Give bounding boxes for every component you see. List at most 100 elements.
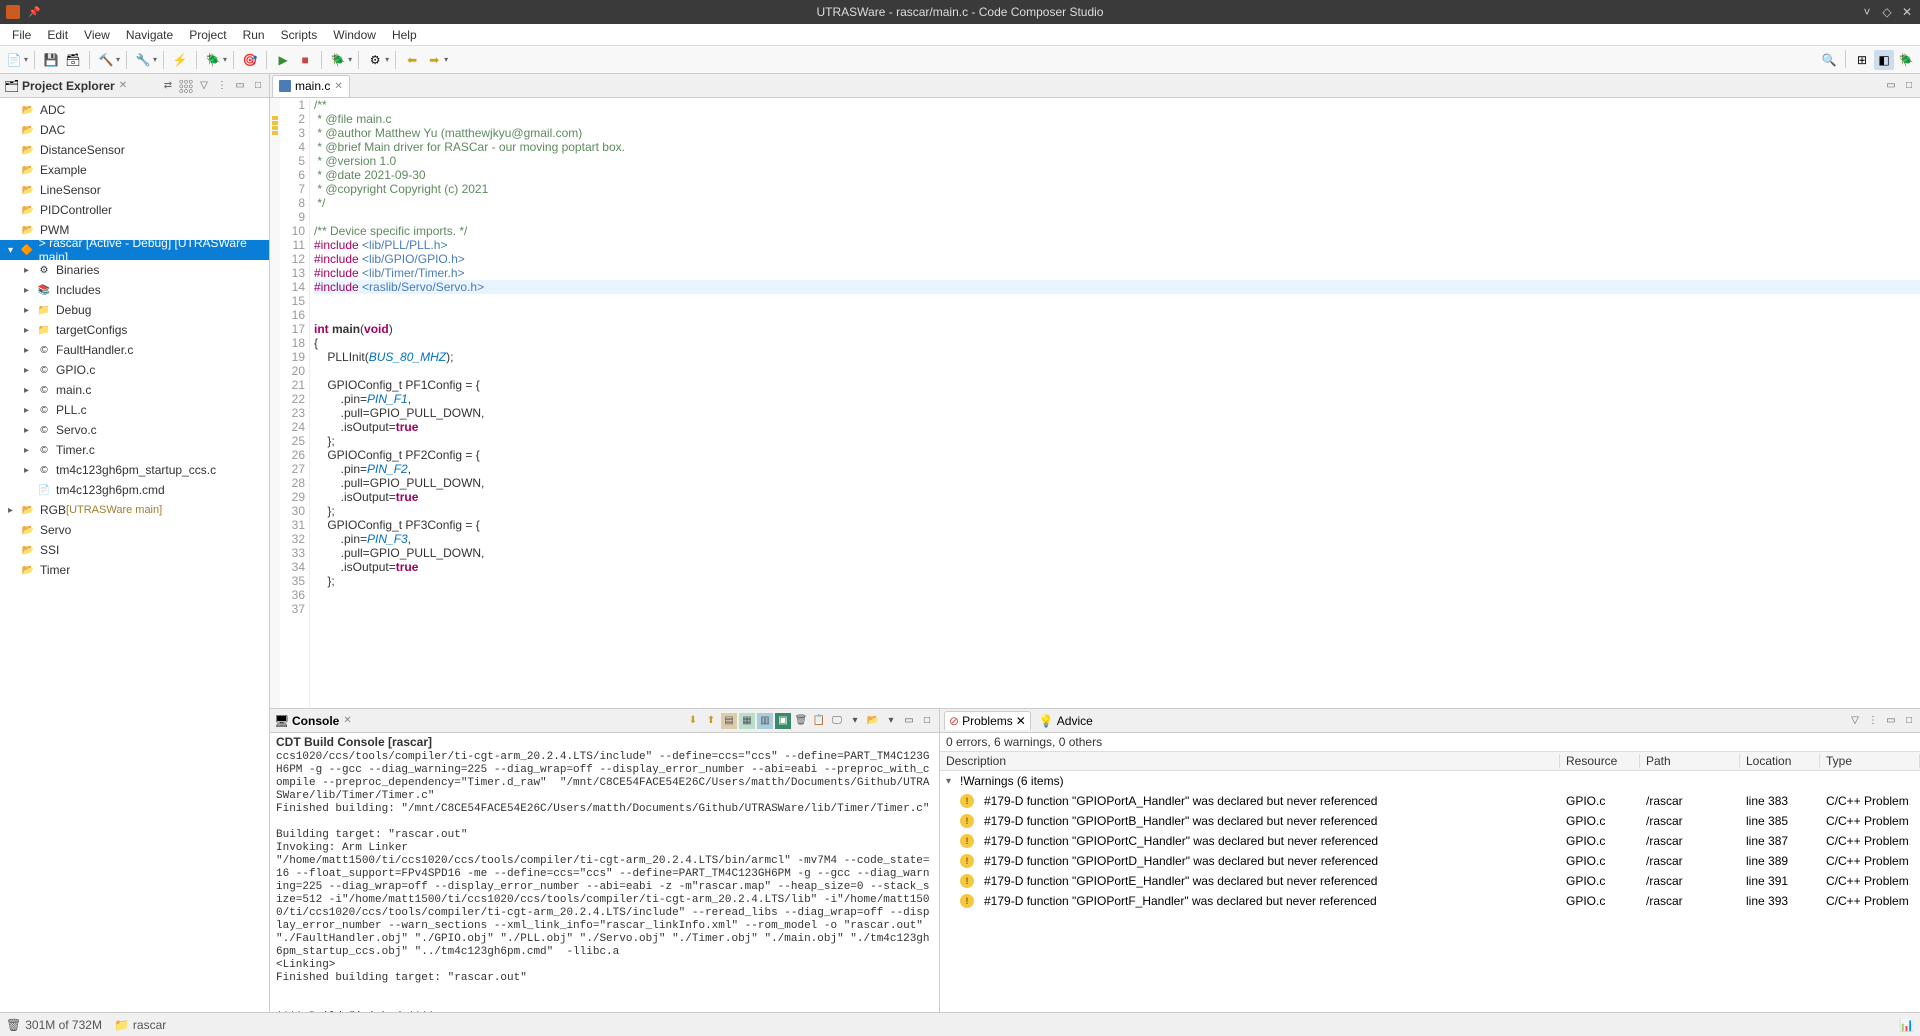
col-resource[interactable]: Resource — [1560, 754, 1640, 768]
console-settings1-button[interactable]: ▤ — [721, 713, 737, 729]
col-path[interactable]: Path — [1640, 754, 1740, 768]
editor-tab-main[interactable]: main.c ✕ — [272, 75, 350, 97]
col-description[interactable]: Description — [940, 754, 1560, 768]
close-view-button[interactable]: ✕ — [119, 80, 127, 91]
debug-button[interactable]: 🪲 — [203, 50, 223, 70]
console-min-button[interactable]: ▭ — [901, 713, 917, 729]
tree-item[interactable]: 📂PIDController — [0, 200, 269, 220]
new-console-button[interactable]: 📋 — [811, 713, 827, 729]
play-button[interactable]: ▶ — [273, 50, 293, 70]
build-button[interactable]: 🔨 — [96, 50, 116, 70]
col-location[interactable]: Location — [1740, 754, 1820, 768]
menu-project[interactable]: Project — [181, 26, 234, 44]
save-button[interactable]: 💾 — [41, 50, 61, 70]
clear-console-button[interactable]: 🗑 — [793, 713, 809, 729]
menu-edit[interactable]: Edit — [39, 26, 76, 44]
active-project[interactable]: 📁rascar — [114, 1018, 166, 1032]
open-console-button[interactable]: 📂 — [865, 713, 881, 729]
problems-table-body[interactable]: ▾!Warnings (6 items)!#179-D function "GP… — [940, 771, 1920, 1012]
problem-row[interactable]: !#179-D function "GPIOPortF_Handler" was… — [940, 891, 1920, 911]
tree-item[interactable]: 📂DistanceSensor — [0, 140, 269, 160]
pin-console-button[interactable]: ⬆ — [703, 713, 719, 729]
problem-row[interactable]: !#179-D function "GPIOPortC_Handler" was… — [940, 831, 1920, 851]
new-button[interactable]: 📄 — [4, 50, 24, 70]
tree-item[interactable]: 📂Timer — [0, 560, 269, 580]
tree-item[interactable]: ▾🔶> rascar [Active - Debug] [UTRASWare m… — [0, 240, 269, 260]
console-output[interactable]: ccs1020/ccs/tools/compiler/ti-cgt-arm_20… — [270, 751, 939, 1012]
menu-navigate[interactable]: Navigate — [118, 26, 181, 44]
debug-perspective-button[interactable]: 🪲 — [1896, 50, 1916, 70]
pin-icon[interactable]: 📌 — [28, 7, 40, 18]
problems-min-button[interactable]: ▭ — [1884, 714, 1898, 728]
tree-item[interactable]: ▸©PLL.c — [0, 400, 269, 420]
tree-item[interactable]: 📄tm4c123gh6pm.cmd — [0, 480, 269, 500]
tree-item[interactable]: ▸📚Includes — [0, 280, 269, 300]
menu-scripts[interactable]: Scripts — [273, 26, 326, 44]
wrench-button[interactable]: 🔧 — [133, 50, 153, 70]
console-settings2-button[interactable]: ▦ — [739, 713, 755, 729]
code-content[interactable]: /** * @file main.c * @author Matthew Yu … — [310, 98, 1920, 708]
console-max-button[interactable]: □ — [919, 713, 935, 729]
filter-button[interactable]: ▽ — [197, 79, 211, 93]
search-button[interactable]: 🔍 — [1819, 50, 1839, 70]
problem-row[interactable]: !#179-D function "GPIOPortB_Handler" was… — [940, 811, 1920, 831]
col-type[interactable]: Type — [1820, 754, 1920, 768]
problem-row[interactable]: !#179-D function "GPIOPortD_Handler" was… — [940, 851, 1920, 871]
problem-row[interactable]: !#179-D function "GPIOPortE_Handler" was… — [940, 871, 1920, 891]
console-settings3-button[interactable]: ▥ — [757, 713, 773, 729]
console-settings4-button[interactable]: ▣ — [775, 713, 791, 729]
tree-item[interactable]: ▸©FaultHandler.c — [0, 340, 269, 360]
warnings-group[interactable]: ▾!Warnings (6 items) — [940, 771, 1920, 791]
close-tab-button[interactable]: ✕ — [334, 81, 342, 92]
maximize-view-button[interactable]: □ — [251, 79, 265, 93]
nav-back-button[interactable]: ⬅ — [402, 50, 422, 70]
menu-file[interactable]: File — [4, 26, 39, 44]
maximize-button[interactable]: ◇ — [1878, 3, 1896, 21]
menu-help[interactable]: Help — [384, 26, 425, 44]
settings-button[interactable]: ⚙ — [365, 50, 385, 70]
tree-item[interactable]: 📂Example — [0, 160, 269, 180]
view-menu-button[interactable]: ⋮ — [215, 79, 229, 93]
editor-maximize-button[interactable]: □ — [1902, 79, 1916, 93]
problems-filter-button[interactable]: ▽ — [1848, 714, 1862, 728]
tree-item[interactable]: ▸©main.c — [0, 380, 269, 400]
menu-view[interactable]: View — [76, 26, 118, 44]
open-perspective-button[interactable]: ⊞ — [1852, 50, 1872, 70]
tree-item[interactable]: ▸📁Debug — [0, 300, 269, 320]
editor-minimize-button[interactable]: ▭ — [1884, 79, 1898, 93]
save-all-button[interactable]: 🗃 — [63, 50, 83, 70]
project-tree[interactable]: 📂ADC📂DAC📂DistanceSensor📂Example📂LineSens… — [0, 98, 269, 1012]
tree-item[interactable]: ▸©Servo.c — [0, 420, 269, 440]
problems-tab[interactable]: ⊘ Problems ✕ — [944, 711, 1031, 730]
tree-item[interactable]: 📂LineSensor — [0, 180, 269, 200]
ccs-perspective-button[interactable]: ◧ — [1874, 50, 1894, 70]
nav-forward-button[interactable]: ➡ — [424, 50, 444, 70]
advice-tab[interactable]: 💡 Advice — [1035, 712, 1097, 730]
problems-max-button[interactable]: □ — [1902, 714, 1916, 728]
link-editor-button[interactable]: 𓃑 — [179, 79, 193, 93]
tree-item[interactable]: 📂SSI — [0, 540, 269, 560]
minimize-view-button[interactable]: ▭ — [233, 79, 247, 93]
minimize-button[interactable]: ˅ — [1858, 3, 1876, 21]
tree-item[interactable]: ▸©Timer.c — [0, 440, 269, 460]
stop-button[interactable]: ■ — [295, 50, 315, 70]
menu-run[interactable]: Run — [235, 26, 273, 44]
code-editor[interactable]: 1234567891011121314151617181920212223242… — [270, 98, 1920, 708]
close-button[interactable]: ✕ — [1898, 3, 1916, 21]
problem-row[interactable]: !#179-D function "GPIOPortA_Handler" was… — [940, 791, 1920, 811]
heap-status[interactable]: 🗑301M of 732M — [6, 1018, 102, 1032]
close-problems-button[interactable]: ✕ — [1016, 714, 1026, 728]
problems-menu-button[interactable]: ⋮ — [1866, 714, 1880, 728]
tree-item[interactable]: 📂DAC — [0, 120, 269, 140]
tree-item[interactable]: 📂Servo — [0, 520, 269, 540]
tree-item[interactable]: ▸📁targetConfigs — [0, 320, 269, 340]
tree-item[interactable]: ▸📂RGB [UTRASWare main] — [0, 500, 269, 520]
target-button[interactable]: 🎯 — [240, 50, 260, 70]
scroll-lock-button[interactable]: ⬇ — [685, 713, 701, 729]
flash-button[interactable]: ⚡ — [170, 50, 190, 70]
tree-item[interactable]: ▸©GPIO.c — [0, 360, 269, 380]
collapse-all-button[interactable]: ⇄ — [161, 79, 175, 93]
menu-window[interactable]: Window — [325, 26, 384, 44]
tree-item[interactable]: ▸©tm4c123gh6pm_startup_ccs.c — [0, 460, 269, 480]
tree-item[interactable]: 📂ADC — [0, 100, 269, 120]
